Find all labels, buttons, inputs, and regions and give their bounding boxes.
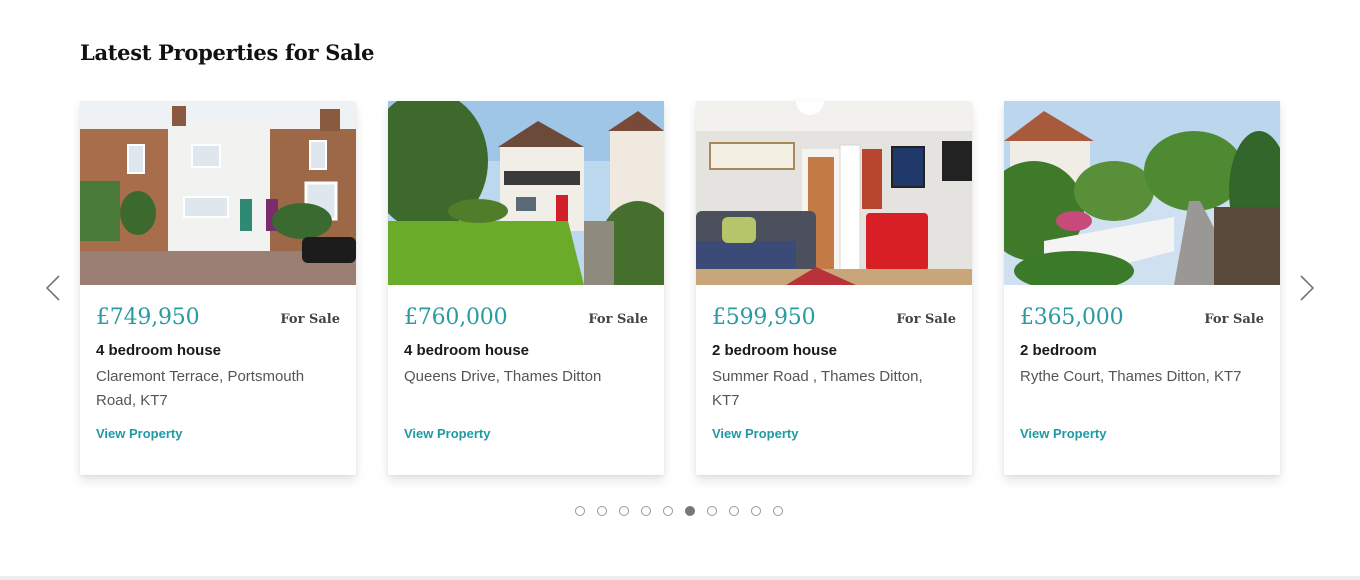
- chevron-right-icon: [1300, 275, 1315, 301]
- carousel-dot[interactable]: [773, 506, 783, 516]
- property-address: Summer Road , Thames Ditton, KT7: [712, 368, 923, 409]
- view-property-link[interactable]: View Property: [712, 426, 798, 441]
- property-type: 2 bedroom house: [712, 342, 838, 359]
- status-label: For Sale: [588, 312, 648, 327]
- carousel-dot[interactable]: [751, 506, 761, 516]
- property-card[interactable]: £365,000 For Sale 2 bedroom Rythe Court,…: [1004, 101, 1280, 475]
- property-address: Rythe Court, Thames Ditton, KT7: [1020, 368, 1242, 385]
- carousel-dot-active[interactable]: [685, 506, 695, 516]
- carousel-dot[interactable]: [663, 506, 673, 516]
- view-property-link[interactable]: View Property: [1020, 426, 1106, 441]
- section-title: Latest Properties for Sale: [80, 40, 375, 65]
- property-card[interactable]: £599,950 For Sale 2 bedroom house Summer…: [696, 101, 972, 475]
- carousel-dot[interactable]: [619, 506, 629, 516]
- property-card[interactable]: £760,000 For Sale 4 bedroom house Queens…: [388, 101, 664, 475]
- property-type: 4 bedroom house: [96, 342, 222, 359]
- carousel-prev-button[interactable]: [41, 275, 65, 301]
- property-type: 2 bedroom: [1020, 342, 1097, 359]
- property-type: 4 bedroom house: [404, 342, 530, 359]
- property-photo[interactable]: [696, 101, 972, 285]
- carousel-dot[interactable]: [575, 506, 585, 516]
- carousel-dot[interactable]: [729, 506, 739, 516]
- status-label: For Sale: [280, 312, 340, 327]
- property-card[interactable]: £749,950 For Sale 4 bedroom house Clarem…: [80, 101, 356, 475]
- chevron-left-icon: [45, 275, 60, 301]
- property-price: £760,000: [404, 305, 508, 330]
- carousel-dot[interactable]: [641, 506, 651, 516]
- property-price: £599,950: [712, 305, 816, 330]
- property-photo[interactable]: [1004, 101, 1280, 285]
- carousel-dot[interactable]: [597, 506, 607, 516]
- status-label: For Sale: [896, 312, 956, 327]
- carousel-next-button[interactable]: [1295, 275, 1319, 301]
- carousel-pagination: [575, 506, 783, 516]
- property-price: £365,000: [1020, 305, 1124, 330]
- property-address: Queens Drive, Thames Ditton: [404, 368, 602, 385]
- property-price: £749,950: [96, 305, 200, 330]
- section-divider: [0, 576, 1360, 580]
- carousel-dot[interactable]: [707, 506, 717, 516]
- view-property-link[interactable]: View Property: [404, 426, 490, 441]
- view-property-link[interactable]: View Property: [96, 426, 182, 441]
- property-address: Claremont Terrace, Portsmouth Road, KT7: [96, 368, 305, 409]
- status-label: For Sale: [1204, 312, 1264, 327]
- property-photo[interactable]: [80, 101, 356, 285]
- property-photo[interactable]: [388, 101, 664, 285]
